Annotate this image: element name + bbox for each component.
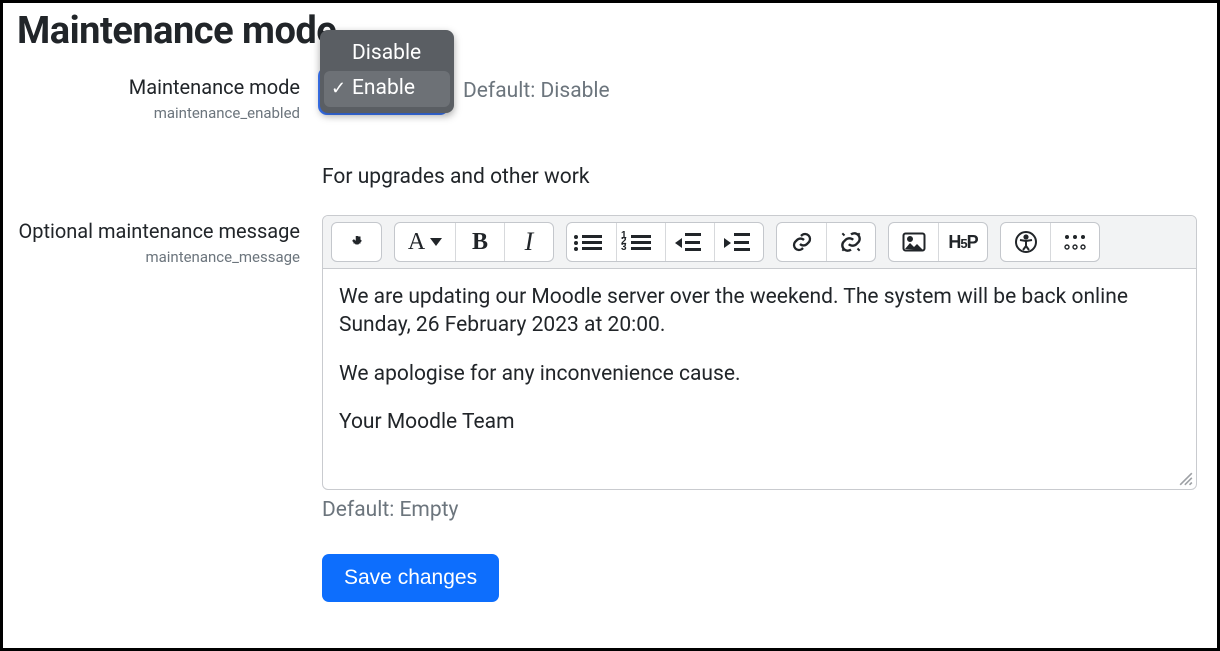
maintenance-message-label: Optional maintenance message [17, 219, 300, 244]
unordered-list-button[interactable] [567, 223, 616, 261]
maintenance-mode-default: Default: Disable [463, 79, 610, 103]
editor-content[interactable]: We are updating our Moodle server over t… [323, 269, 1196, 489]
maintenance-message-default: Default: Empty [322, 498, 1197, 522]
accessibility-button[interactable] [1001, 223, 1050, 261]
maintenance-mode-help: For upgrades and other work [322, 165, 1197, 189]
ordered-list-button[interactable] [616, 223, 665, 261]
page-title: Maintenance mode [17, 9, 1203, 53]
message-paragraph: We are updating our Moodle server over t… [339, 283, 1180, 340]
maintenance-mode-dropdown: Disable ✓ Enable [320, 30, 454, 113]
unlink-button[interactable] [826, 223, 875, 261]
message-paragraph: We apologise for any inconvenience cause… [339, 360, 1180, 388]
h5p-button[interactable]: H5P [938, 223, 987, 261]
resize-grip-icon[interactable] [1179, 472, 1193, 486]
toolbar-toggle-icon[interactable] [332, 223, 381, 261]
bold-button[interactable]: B [455, 223, 504, 261]
dropdown-option-disable[interactable]: Disable [324, 36, 450, 71]
paragraph-style-button[interactable]: A [395, 223, 455, 261]
maintenance-mode-select[interactable]: Disable ✓ Enable [322, 71, 445, 111]
italic-button[interactable]: I [504, 223, 553, 261]
link-button[interactable] [777, 223, 826, 261]
outdent-button[interactable] [665, 223, 714, 261]
check-icon: ✓ [331, 77, 346, 100]
save-changes-button[interactable]: Save changes [322, 554, 499, 602]
maintenance-mode-key: maintenance_enabled [17, 104, 300, 122]
indent-button[interactable] [714, 223, 763, 261]
maintenance-mode-label: Maintenance mode [17, 75, 300, 100]
dropdown-option-enable-label: Enable [352, 76, 415, 100]
chevron-down-icon [430, 238, 442, 246]
rich-text-editor: A B I [322, 215, 1197, 490]
message-paragraph: Your Moodle Team [339, 408, 1180, 436]
maintenance-mode-row: Maintenance mode maintenance_enabled Dis… [17, 71, 1203, 189]
maintenance-message-row: Optional maintenance message maintenance… [17, 215, 1203, 602]
more-button[interactable] [1050, 223, 1099, 261]
editor-toolbar: A B I [323, 216, 1196, 269]
dropdown-option-enable[interactable]: ✓ Enable [324, 71, 450, 106]
image-button[interactable] [889, 223, 938, 261]
maintenance-message-key: maintenance_message [17, 248, 300, 266]
